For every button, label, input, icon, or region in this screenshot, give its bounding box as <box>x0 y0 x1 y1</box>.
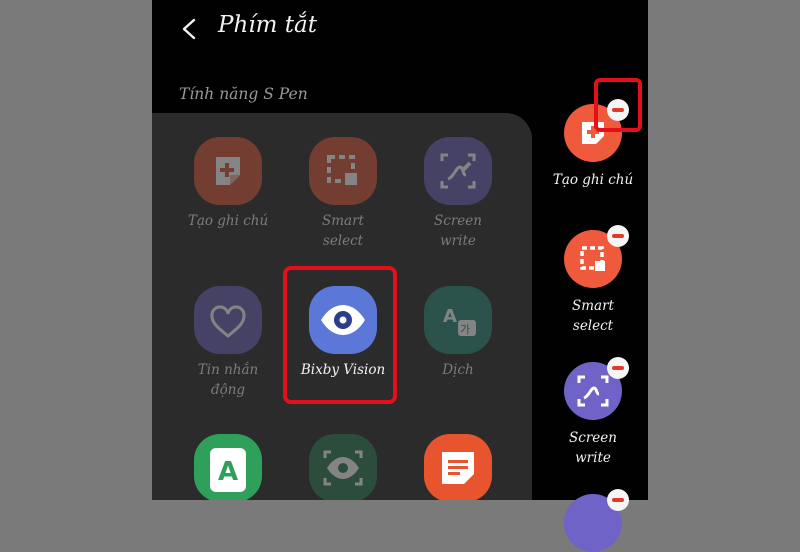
page-title: Phím tắt <box>218 12 317 38</box>
app-live-message[interactable]: Tin nhắn động <box>173 286 283 400</box>
app-label: Smart select <box>322 213 364 249</box>
translate-icon: A 가 <box>424 286 492 354</box>
app-label: Screen write <box>434 213 482 249</box>
live-message-icon <box>194 286 262 354</box>
app-notes[interactable] <box>403 434 513 500</box>
smart-select-icon <box>564 225 629 288</box>
svg-text:A: A <box>218 457 238 487</box>
screen-write-icon <box>424 137 492 205</box>
magnify-eye-icon <box>309 434 377 500</box>
shortcut-smart-select[interactable]: Smart select <box>538 225 648 336</box>
remove-icon[interactable] <box>607 357 629 379</box>
remove-icon[interactable] <box>607 489 629 511</box>
app-create-note[interactable]: Tạo ghi chú <box>173 137 283 231</box>
app-ar-doodle[interactable]: A <box>173 434 283 500</box>
back-arrow-icon[interactable] <box>180 18 200 40</box>
remove-icon[interactable] <box>607 225 629 247</box>
app-smart-select[interactable]: Smart select <box>288 137 398 251</box>
screen-write-icon <box>564 357 629 420</box>
shortcut-screen-write[interactable]: Screen write <box>538 357 648 468</box>
shortcut-label: Screen write <box>569 430 617 466</box>
notes-list-icon <box>424 434 492 500</box>
shortcut-partial[interactable] <box>538 489 648 552</box>
shortcut-label: Tạo ghi chú <box>552 172 634 188</box>
smart-select-icon <box>309 137 377 205</box>
section-label: Tính năng S Pen <box>179 85 308 103</box>
app-label: Dịch <box>442 362 474 378</box>
svg-text:가: 가 <box>460 323 470 336</box>
highlight-box-bixby-vision <box>283 266 397 404</box>
ar-doodle-icon: A <box>194 434 262 500</box>
app-translate[interactable]: A 가 Dịch <box>403 286 513 380</box>
app-bixby-lens[interactable] <box>288 434 398 500</box>
app-label: Tin nhắn động <box>197 362 259 398</box>
highlight-box-remove-button <box>594 78 642 132</box>
shortcut-label: Smart select <box>572 298 614 334</box>
app-label: Tạo ghi chú <box>187 213 269 229</box>
svg-text:A: A <box>443 306 457 327</box>
app-icon <box>564 489 629 552</box>
app-screen-write[interactable]: Screen write <box>403 137 513 251</box>
create-note-icon <box>194 137 262 205</box>
